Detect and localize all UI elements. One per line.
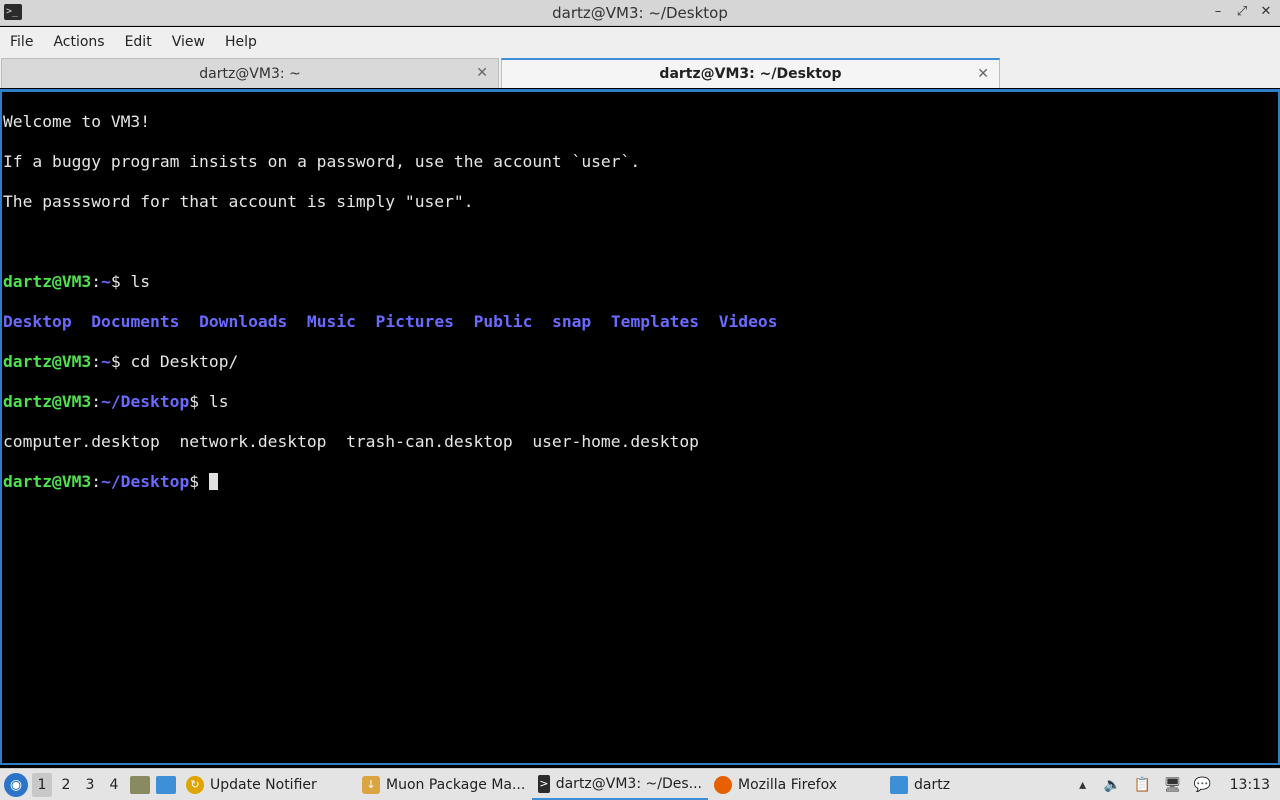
dir-entry: Pictures bbox=[375, 312, 454, 331]
task-label: dartz@VM3: ~/Des... bbox=[555, 775, 702, 792]
motd-line: The passsword for that account is simply… bbox=[3, 192, 474, 211]
menu-edit[interactable]: Edit bbox=[125, 34, 152, 50]
ls-output-line: Desktop Documents Downloads Music Pictur… bbox=[3, 312, 1278, 332]
motd-line: If a buggy program insists on a password… bbox=[3, 152, 641, 171]
prompt-dollar: $ bbox=[189, 472, 200, 491]
task-terminal[interactable]: > dartz@VM3: ~/Des... bbox=[532, 770, 708, 800]
dir-entry: Documents bbox=[91, 312, 180, 331]
tab-close-icon[interactable]: ✕ bbox=[476, 65, 488, 81]
file-manager-icon[interactable] bbox=[156, 775, 176, 794]
prompt-dir: ~ bbox=[101, 272, 111, 291]
terminal-output[interactable]: Welcome to VM3! If a buggy program insis… bbox=[0, 89, 1280, 765]
ls-output-line: computer.desktop network.desktop trash-c… bbox=[3, 432, 699, 451]
prompt-colon: : bbox=[91, 392, 102, 411]
prompt-dollar: $ bbox=[189, 392, 200, 411]
folder-icon bbox=[890, 775, 908, 794]
prompt-dollar: $ bbox=[110, 272, 121, 291]
task-label: Mozilla Firefox bbox=[738, 776, 838, 793]
task-label: Muon Package Ma... bbox=[386, 776, 526, 793]
desktop-switch-3[interactable]: 3 bbox=[80, 777, 100, 793]
tab-bar: dartz@VM3: ~ ✕ dartz@VM3: ~/Desktop ✕ bbox=[0, 57, 1280, 88]
prompt-colon: : bbox=[91, 272, 102, 291]
prompt-dir: ~ bbox=[101, 352, 111, 371]
updates-icon[interactable]: 💬 bbox=[1194, 776, 1212, 794]
system-tray: ▴ 🔈 📋 🖥 💬 13:13 bbox=[1074, 776, 1280, 794]
prompt-user: dartz@VM3 bbox=[3, 392, 92, 411]
dir-entry: Templates bbox=[610, 312, 700, 331]
command-text: ls bbox=[199, 392, 229, 411]
task-file-manager[interactable]: dartz bbox=[884, 770, 1004, 800]
show-desktop-icon[interactable] bbox=[130, 775, 150, 794]
window-controls: – ⤢ ✕ bbox=[1210, 3, 1274, 21]
window-title: dartz@VM3: ~/Desktop bbox=[552, 4, 728, 22]
prompt-dir: ~/Desktop bbox=[101, 472, 190, 491]
network-icon[interactable]: 🖥 bbox=[1164, 776, 1182, 794]
tab-home[interactable]: dartz@VM3: ~ ✕ bbox=[1, 58, 499, 88]
dir-entry: snap bbox=[552, 312, 592, 331]
clipboard-icon[interactable]: 📋 bbox=[1134, 776, 1152, 794]
task-label: Update Notifier bbox=[210, 776, 317, 793]
prompt-user: dartz@VM3 bbox=[3, 352, 92, 371]
prompt-colon: : bbox=[91, 472, 102, 491]
menu-help[interactable]: Help bbox=[225, 34, 257, 50]
terminal-icon: > bbox=[538, 774, 550, 793]
desktop-switch-2[interactable]: 2 bbox=[56, 777, 76, 793]
tab-close-icon[interactable]: ✕ bbox=[977, 66, 989, 82]
task-muon-package-manager[interactable]: ↓ Muon Package Ma... bbox=[356, 770, 532, 800]
task-update-notifier[interactable]: ↻ Update Notifier bbox=[180, 770, 356, 800]
start-menu-icon[interactable]: ◉ bbox=[4, 772, 28, 797]
command-text: cd Desktop/ bbox=[120, 352, 239, 371]
prompt-dollar: $ bbox=[110, 352, 121, 371]
menu-bar: File Actions Edit View Help bbox=[0, 27, 1280, 57]
dir-entry: Downloads bbox=[199, 312, 288, 331]
command-line: dartz@VM3:~$ cd Desktop/ bbox=[3, 352, 1278, 372]
command-line: dartz@VM3:~/Desktop$ ls bbox=[3, 392, 1278, 412]
prompt-user: dartz@VM3 bbox=[3, 472, 92, 491]
menu-file[interactable]: File bbox=[10, 34, 33, 50]
menu-actions[interactable]: Actions bbox=[53, 34, 104, 50]
dir-entry: Desktop bbox=[3, 312, 72, 331]
prompt-dir: ~/Desktop bbox=[101, 392, 190, 411]
restore-button[interactable]: ⤢ bbox=[1234, 3, 1250, 21]
dir-entry: Public bbox=[473, 312, 533, 331]
tab-label: dartz@VM3: ~ bbox=[199, 65, 301, 82]
taskbar: ◉ 1 2 3 4 ↻ Update Notifier ↓ Muon Packa… bbox=[0, 768, 1280, 800]
command-text: ls bbox=[120, 272, 151, 291]
window-titlebar: >_ dartz@VM3: ~/Desktop – ⤢ ✕ bbox=[0, 0, 1280, 26]
prompt-user: dartz@VM3 bbox=[3, 272, 92, 291]
tab-desktop[interactable]: dartz@VM3: ~/Desktop ✕ bbox=[501, 58, 1000, 88]
firefox-icon bbox=[714, 775, 732, 794]
desktop-switch-1[interactable]: 1 bbox=[32, 772, 52, 797]
package-manager-icon: ↓ bbox=[362, 775, 380, 794]
update-notifier-icon: ↻ bbox=[186, 775, 204, 794]
close-button[interactable]: ✕ bbox=[1258, 3, 1274, 21]
text-cursor bbox=[208, 473, 218, 490]
desktop-switch-4[interactable]: 4 bbox=[104, 777, 124, 793]
dir-entry: Videos bbox=[718, 312, 778, 331]
tab-label: dartz@VM3: ~/Desktop bbox=[659, 66, 842, 82]
dir-entry: Music bbox=[306, 312, 356, 331]
minimize-button[interactable]: – bbox=[1210, 3, 1226, 21]
menu-view[interactable]: View bbox=[172, 34, 205, 50]
task-label: dartz bbox=[914, 776, 951, 793]
tray-arrow-up-icon[interactable]: ▴ bbox=[1074, 776, 1092, 794]
volume-icon[interactable]: 🔈 bbox=[1104, 776, 1122, 794]
active-prompt-line: dartz@VM3:~/Desktop$ bbox=[3, 472, 1278, 492]
task-firefox[interactable]: Mozilla Firefox bbox=[708, 770, 884, 800]
prompt-colon: : bbox=[91, 352, 102, 371]
motd-line: Welcome to VM3! bbox=[3, 112, 151, 131]
clock[interactable]: 13:13 bbox=[1230, 777, 1270, 793]
command-line: dartz@VM3:~$ ls bbox=[3, 272, 1278, 292]
